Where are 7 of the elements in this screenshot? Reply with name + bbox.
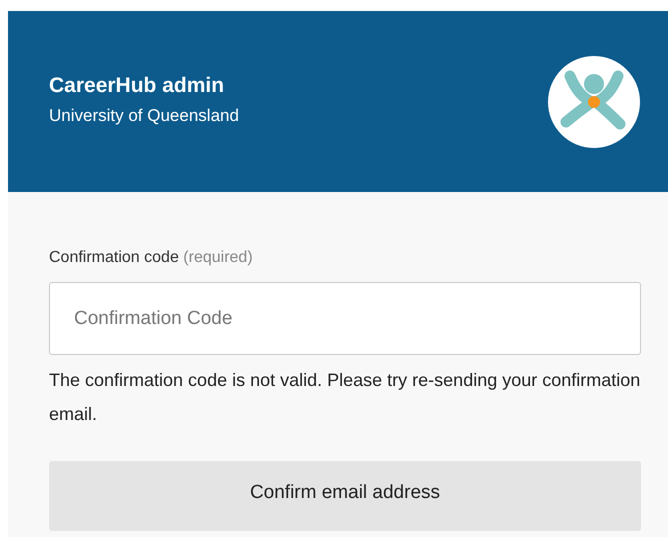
- logo-icon: [548, 56, 640, 148]
- confirm-email-button[interactable]: Confirm email address: [49, 461, 641, 531]
- app-title: CareerHub admin: [49, 72, 226, 98]
- institution-name: University of Queensland: [49, 104, 239, 126]
- field-label: Confirmation code (required): [49, 248, 254, 268]
- error-message: The confirmation code is not valid. Please try re-sending your confirmation email.: [49, 369, 641, 426]
- confirmation-code-field[interactable]: Confirmation Code: [49, 282, 641, 355]
